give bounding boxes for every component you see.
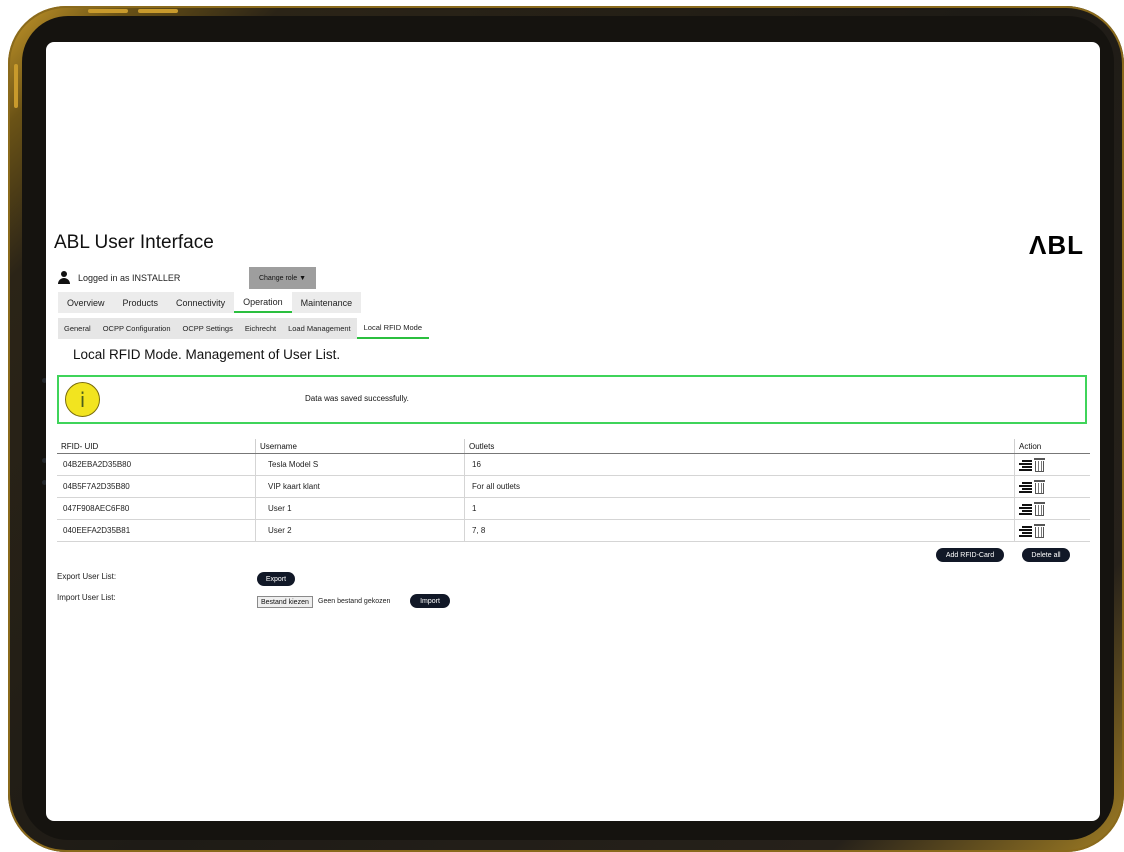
column-header-username: Username — [256, 439, 465, 453]
login-status: Logged in as INSTALLER — [58, 271, 180, 285]
volume-button — [138, 9, 178, 13]
edit-list-icon[interactable] — [1019, 503, 1032, 515]
app-title: ABL User Interface — [54, 232, 214, 253]
tab-operation[interactable]: Operation — [234, 292, 292, 313]
trash-icon[interactable] — [1034, 479, 1045, 494]
subtab-load-management[interactable]: Load Management — [282, 318, 357, 339]
edit-list-icon[interactable] — [1019, 525, 1032, 537]
cell-outlets: 7, 8 — [465, 520, 1015, 541]
add-rfid-card-button[interactable]: Add RFID-Card — [936, 548, 1004, 562]
table-row: 040EEFA2D35B81 User 2 7, 8 — [57, 520, 1090, 542]
page-title: Local RFID Mode. Management of User List… — [73, 347, 341, 362]
file-status-text: Geen bestand gekozen — [318, 598, 391, 605]
table-header: RFID- UID Username Outlets Action — [57, 439, 1090, 454]
alert-message: Data was saved successfully. — [305, 394, 409, 403]
file-choose-button[interactable]: Bestand kiezen — [257, 596, 313, 608]
sub-tabs: General OCPP Configuration OCPP Settings… — [58, 318, 429, 339]
change-role-button[interactable]: Change role ▼ — [249, 267, 316, 289]
power-button — [14, 64, 18, 108]
cell-outlets: For all outlets — [465, 476, 1015, 497]
cell-action — [1015, 454, 1090, 475]
column-header-uid: RFID- UID — [57, 439, 256, 453]
info-icon: i — [65, 382, 100, 417]
screen: ABL User Interface ΛBL Logged in as INST… — [46, 42, 1100, 821]
cell-action — [1015, 476, 1090, 497]
tab-maintenance[interactable]: Maintenance — [292, 292, 362, 313]
import-label: Import User List: — [57, 593, 116, 602]
subtab-ocpp-configuration[interactable]: OCPP Configuration — [97, 318, 177, 339]
cell-uid: 040EEFA2D35B81 — [57, 520, 256, 541]
subtab-eichrecht[interactable]: Eichrecht — [239, 318, 282, 339]
delete-all-button[interactable]: Delete all — [1022, 548, 1070, 562]
cell-username: Tesla Model S — [256, 454, 465, 475]
column-header-outlets: Outlets — [465, 439, 1015, 453]
cell-username: User 2 — [256, 520, 465, 541]
subtab-local-rfid-mode[interactable]: Local RFID Mode — [356, 318, 429, 339]
import-button[interactable]: Import — [410, 594, 450, 608]
subtab-general[interactable]: General — [58, 318, 97, 339]
export-label: Export User List: — [57, 572, 117, 581]
user-icon — [58, 271, 70, 285]
table-row: 047F908AEC6F80 User 1 1 — [57, 498, 1090, 520]
volume-button — [88, 9, 128, 13]
tab-products[interactable]: Products — [114, 292, 168, 313]
cell-action — [1015, 520, 1090, 541]
edit-list-icon[interactable] — [1019, 481, 1032, 493]
column-header-action: Action — [1019, 441, 1042, 451]
cell-outlets: 1 — [465, 498, 1015, 519]
trash-icon[interactable] — [1034, 457, 1045, 472]
brand-logo: ΛBL — [1029, 230, 1084, 260]
export-button[interactable]: Export — [257, 572, 295, 586]
cell-uid: 04B2EBA2D35B80 — [57, 454, 256, 475]
cell-username: User 1 — [256, 498, 465, 519]
cell-action — [1015, 498, 1090, 519]
cell-uid: 04B5F7A2D35B80 — [57, 476, 256, 497]
cell-uid: 047F908AEC6F80 — [57, 498, 256, 519]
subtab-ocpp-settings[interactable]: OCPP Settings — [177, 318, 239, 339]
trash-icon[interactable] — [1034, 501, 1045, 516]
trash-icon[interactable] — [1034, 523, 1045, 538]
main-tabs: Overview Products Connectivity Operation… — [58, 292, 362, 313]
app: ABL User Interface ΛBL Logged in as INST… — [46, 42, 1100, 821]
user-list-table: RFID- UID Username Outlets Action 04B2EB… — [57, 439, 1090, 542]
success-alert: i Data was saved successfully. — [57, 375, 1087, 424]
logged-in-text: Logged in as INSTALLER — [78, 273, 181, 283]
table-row: 04B5F7A2D35B80 VIP kaart klant For all o… — [57, 476, 1090, 498]
table-row: 04B2EBA2D35B80 Tesla Model S 16 — [57, 454, 1090, 476]
cell-username: VIP kaart klant — [256, 476, 465, 497]
tab-connectivity[interactable]: Connectivity — [167, 292, 234, 313]
tab-overview[interactable]: Overview — [58, 292, 114, 313]
cell-outlets: 16 — [465, 454, 1015, 475]
edit-list-icon[interactable] — [1019, 459, 1032, 471]
